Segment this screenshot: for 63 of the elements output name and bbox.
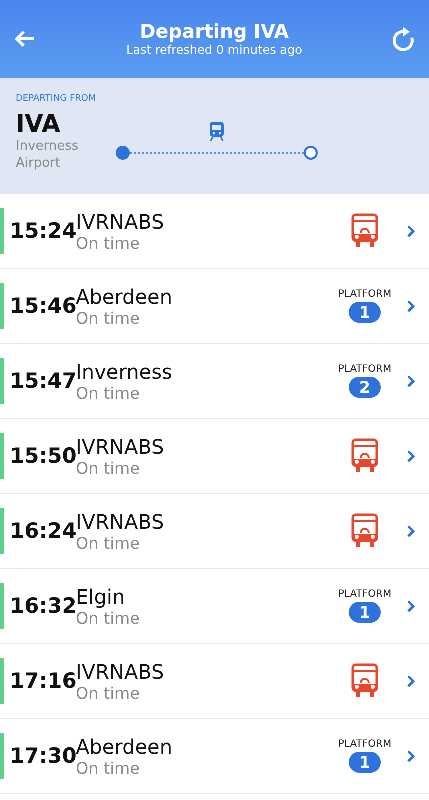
refresh-icon — [392, 26, 416, 52]
destination: IVRNABS — [76, 210, 166, 234]
platform-number: 1 — [349, 752, 381, 773]
origin-dot — [116, 146, 130, 160]
bus-icon — [351, 438, 379, 474]
bus-icon — [351, 663, 379, 699]
refresh-button[interactable] — [391, 26, 417, 52]
platform-number: 1 — [349, 302, 381, 323]
train-icon — [209, 120, 225, 142]
departure-status: On time — [76, 458, 141, 478]
departure-time: 17:16 — [10, 669, 76, 693]
status-bar — [0, 508, 4, 554]
platform-number: 2 — [349, 377, 381, 398]
chevron-right-icon[interactable] — [407, 450, 415, 462]
departure-time: 16:32 — [10, 594, 76, 618]
departure-status: On time — [76, 534, 141, 552]
departure-time: 16:24 — [10, 519, 76, 543]
departure-time: 15:46 — [10, 294, 76, 318]
chevron-right-icon[interactable] — [407, 374, 415, 388]
station-code: IVA — [16, 110, 62, 138]
departure-time: 15:50 — [10, 444, 76, 468]
platform-number: 1 — [349, 602, 381, 623]
departure-status: On time — [76, 608, 141, 628]
chevron-right-icon[interactable] — [407, 750, 415, 762]
departure-status: On time — [76, 384, 141, 402]
status-bar — [0, 283, 4, 329]
back-arrow-icon — [14, 30, 36, 48]
status-bar — [0, 658, 4, 704]
destination: IVRNABS — [76, 660, 166, 684]
destination: Inverness — [76, 360, 174, 384]
platform-label: PLATFORM — [338, 739, 392, 750]
destination: IVRNABS — [76, 510, 166, 534]
destination: Aberdeen — [76, 734, 174, 758]
chevron-right-icon[interactable] — [407, 524, 415, 538]
destination: IVRNABS — [76, 434, 166, 458]
station-name: Inverness Airport — [16, 138, 80, 172]
departure-time: 15:47 — [10, 369, 76, 393]
chevron-right-icon[interactable] — [407, 300, 415, 312]
departure-status: On time — [76, 308, 141, 328]
departing-from-label: DEPARTING FROM — [16, 94, 98, 104]
chevron-right-icon[interactable] — [407, 674, 415, 688]
platform-label: PLATFORM — [338, 364, 392, 375]
status-bar — [0, 583, 4, 629]
platform-label: PLATFORM — [338, 289, 392, 300]
departure-status: On time — [76, 234, 141, 252]
destination: Elgin — [76, 584, 126, 608]
status-bar — [0, 358, 4, 404]
refresh-status: Last refreshed 0 minutes ago — [126, 43, 302, 57]
page-title: Departing IVA — [140, 21, 289, 43]
chevron-right-icon[interactable] — [407, 224, 415, 238]
departure-time: 17:30 — [10, 744, 76, 768]
platform-label: PLATFORM — [338, 589, 392, 600]
status-bar — [0, 733, 4, 779]
status-bar — [0, 433, 4, 479]
chevron-right-icon[interactable] — [407, 600, 415, 612]
destination-dot — [304, 146, 318, 160]
departure-time: 15:24 — [10, 219, 76, 243]
status-bar — [0, 208, 4, 254]
departure-status: On time — [76, 758, 141, 778]
bus-icon — [351, 513, 379, 549]
departure-status: On time — [76, 684, 141, 702]
bus-icon — [351, 213, 379, 249]
destination: Aberdeen — [76, 284, 174, 308]
